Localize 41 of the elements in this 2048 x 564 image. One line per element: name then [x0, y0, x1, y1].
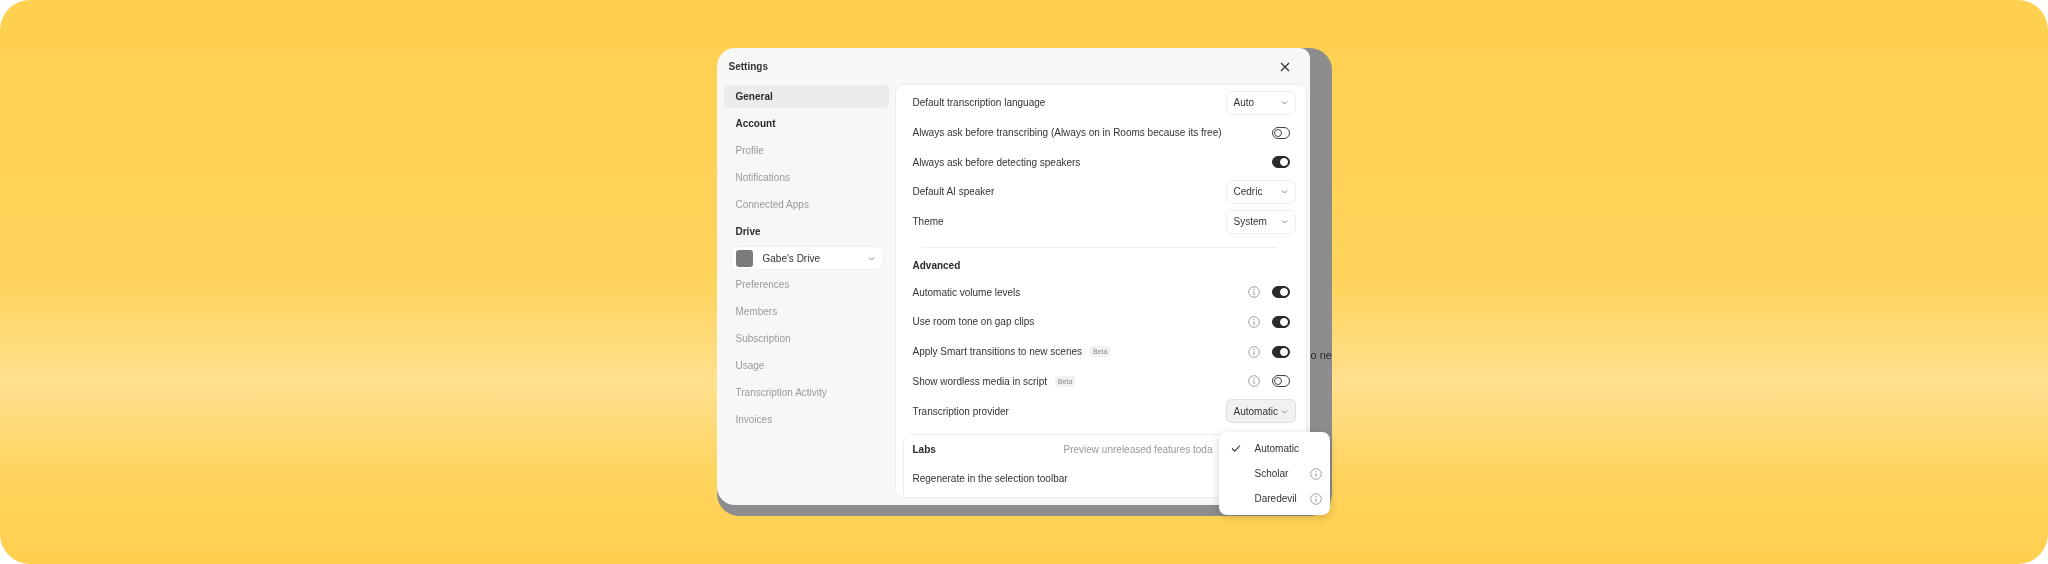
toggle-switch[interactable]: [1271, 156, 1290, 169]
toggle-switch[interactable]: [1271, 286, 1290, 299]
setting-label: Always ask before detecting speakers: [912, 156, 1081, 168]
toggle-switch[interactable]: [1271, 345, 1290, 358]
chevron-down-icon: [867, 255, 875, 261]
chevron-down-icon: [1280, 189, 1288, 195]
sidebar-item[interactable]: General: [723, 85, 889, 108]
toggle-switch[interactable]: [1271, 375, 1290, 388]
menu-option[interactable]: Scholar: [1254, 468, 1289, 479]
drive-avatar: [735, 249, 753, 267]
drive-name: Gabe's Drive: [762, 252, 821, 264]
setting-label: Default transcription language: [912, 97, 1046, 109]
dialog-title: Settings: [728, 61, 768, 72]
drive-selector[interactable]: Gabe's Drive: [731, 247, 883, 269]
labs-title: Labs: [912, 443, 936, 455]
chevron-down-icon: [1280, 100, 1288, 106]
setting-label: Transcription provider: [912, 405, 1009, 417]
toggle-switch[interactable]: [1271, 315, 1290, 328]
toggle-switch[interactable]: [1271, 126, 1290, 139]
close-icon[interactable]: [1279, 61, 1290, 72]
setting-label: Default AI speaker: [912, 186, 995, 198]
setting-label: Show wordless media in script: [912, 375, 1047, 387]
background-text: o ne: [1310, 349, 1332, 361]
menu-option[interactable]: Automatic: [1254, 443, 1299, 454]
labs-setting-label: Regenerate in the selection toolbar: [912, 472, 1068, 484]
chevron-down-icon: [1280, 219, 1288, 225]
labs-description: Preview unreleased features toda: [1063, 443, 1213, 455]
select-dropdown[interactable]: Cedric: [1225, 179, 1296, 204]
select-dropdown[interactable]: Automatic: [1225, 399, 1296, 424]
setting-label: Apply Smart transitions to new scenes: [912, 346, 1083, 358]
sidebar-heading: Account: [734, 117, 777, 131]
sidebar-heading: Drive: [734, 225, 762, 239]
select-dropdown[interactable]: System: [1225, 209, 1296, 234]
setting-label: Use room tone on gap clips: [912, 316, 1035, 328]
setting-label: Always ask before transcribing (Always on in Rooms because its free): [912, 127, 1222, 139]
chevron-down-icon: [1280, 408, 1288, 414]
setting-label: Automatic volume levels: [912, 286, 1021, 298]
section-heading: Advanced: [911, 259, 962, 274]
select-dropdown[interactable]: Auto: [1225, 90, 1296, 115]
setting-label: Theme: [912, 216, 944, 228]
menu-option[interactable]: Daredevil: [1254, 493, 1297, 504]
